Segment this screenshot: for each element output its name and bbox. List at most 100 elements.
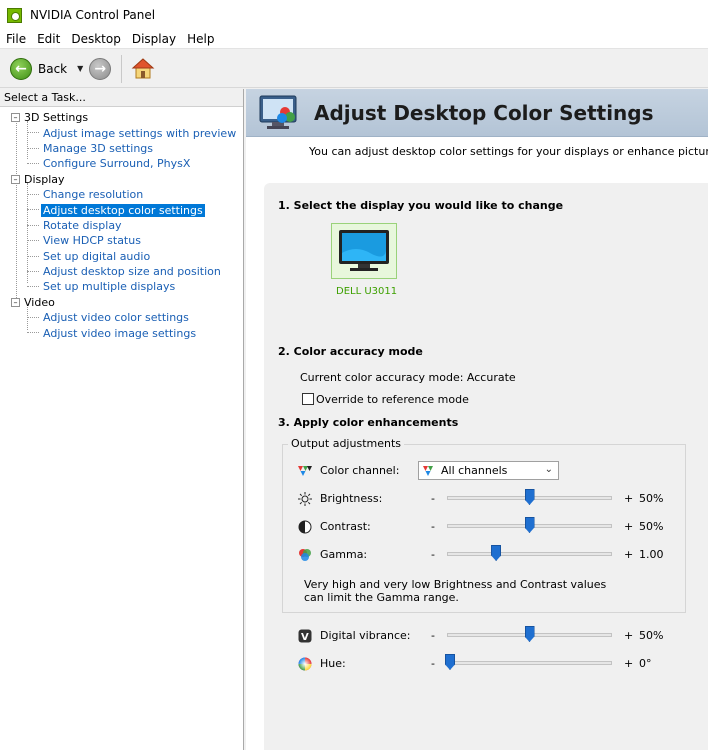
task-manage-3d-settings[interactable]: Manage 3D settings (0, 141, 243, 156)
collapse-icon[interactable]: – (11, 174, 20, 184)
task-label[interactable]: Manage 3D settings (41, 142, 155, 155)
task-adjust-video-image[interactable]: Adjust video image settings (0, 325, 243, 340)
title-bar: NVIDIA Control Panel (0, 0, 708, 30)
task-rotate-display[interactable]: Rotate display (0, 218, 243, 233)
collapse-icon[interactable]: – (11, 113, 20, 123)
back-button[interactable]: Back (38, 62, 67, 76)
task-label[interactable]: Set up digital audio (41, 250, 152, 263)
task-set-up-digital-audio[interactable]: Set up digital audio (0, 249, 243, 264)
task-label[interactable]: Change resolution (41, 188, 145, 201)
color-channel-select[interactable]: All channels ⌄ (418, 461, 559, 480)
task-label[interactable]: Adjust video color settings (41, 311, 191, 324)
task-label[interactable]: Set up multiple displays (41, 280, 177, 293)
task-pane-header: Select a Task... (0, 89, 243, 107)
all-channels-icon (423, 465, 433, 476)
page-header: Adjust Desktop Color Settings (246, 89, 708, 137)
color-channel-icon (298, 464, 312, 478)
current-mode-text: Current color accuracy mode: Accurate (300, 371, 516, 384)
task-label[interactable]: Adjust video image settings (41, 327, 198, 340)
content-pane: Adjust Desktop Color Settings You can ad… (246, 89, 708, 750)
task-label[interactable]: Configure Surround, PhysX (41, 157, 192, 170)
task-configure-surround[interactable]: Configure Surround, PhysX (0, 156, 243, 171)
section-color-accuracy: 2. Color accuracy mode (278, 345, 423, 358)
contrast-label: Contrast: (320, 520, 371, 533)
task-label[interactable]: Adjust image settings with preview (41, 127, 238, 140)
vibrance-value: 50% (639, 629, 664, 642)
page-description: You can adjust desktop color settings fo… (309, 145, 708, 158)
brightness-value: 50% (639, 492, 664, 505)
brightness-label: Brightness: (320, 492, 383, 505)
gamma-plus: + (624, 548, 634, 561)
menu-file[interactable]: File (0, 32, 31, 46)
nvidia-logo-icon (7, 7, 22, 23)
toolbar: ← Back ▼ → (0, 50, 708, 88)
hue-slider[interactable] (447, 661, 612, 665)
gamma-icon (298, 548, 312, 562)
gamma-minus: - (431, 548, 435, 561)
contrast-plus: + (624, 520, 634, 533)
chevron-down-icon: ⌄ (544, 464, 553, 475)
page-title: Adjust Desktop Color Settings (314, 100, 654, 125)
settings-panel: 1. Select the display you would like to … (264, 183, 708, 750)
back-dropdown-icon[interactable]: ▼ (77, 64, 83, 73)
task-set-up-multiple-displays[interactable]: Set up multiple displays (0, 279, 243, 294)
hue-plus: + (624, 657, 634, 670)
task-adjust-image-settings[interactable]: Adjust image settings with preview (0, 125, 243, 140)
menu-desktop[interactable]: Desktop (65, 32, 126, 46)
tree-group-label: Video (24, 295, 55, 309)
tree-group-display[interactable]: – Display (0, 172, 243, 187)
window-title: NVIDIA Control Panel (30, 8, 156, 22)
svg-text:V: V (301, 632, 309, 643)
task-adjust-desktop-size[interactable]: Adjust desktop size and position (0, 264, 243, 279)
menu-help[interactable]: Help (181, 32, 219, 46)
section-select-display: 1. Select the display you would like to … (278, 199, 564, 212)
tree-group-3d-settings[interactable]: – 3D Settings (0, 110, 243, 125)
gamma-label: Gamma: (320, 548, 368, 561)
menu-bar: File Edit Desktop Display Help (0, 30, 708, 49)
brightness-icon (298, 492, 312, 506)
display-name-label[interactable]: DELL U3011 (336, 286, 397, 297)
task-pane: Select a Task... – 3D Settings Adjust im… (0, 89, 244, 750)
override-checkbox[interactable] (302, 393, 314, 405)
hue-minus: - (431, 657, 435, 670)
color-channel-value: All channels (441, 464, 508, 477)
task-change-resolution[interactable]: Change resolution (0, 187, 243, 202)
task-label[interactable]: Adjust desktop size and position (41, 265, 223, 278)
gamma-range-note: Very high and very low Brightness and Co… (304, 578, 607, 604)
section-apply-enhancements: 3. Apply color enhancements (278, 416, 459, 429)
override-label[interactable]: Override to reference mode (316, 393, 469, 406)
brightness-minus: - (431, 492, 435, 505)
menu-edit[interactable]: Edit (31, 32, 65, 46)
task-label[interactable]: Adjust desktop color settings (41, 203, 205, 217)
task-tree: – 3D Settings Adjust image settings with… (0, 107, 243, 341)
contrast-minus: - (431, 520, 435, 533)
task-label[interactable]: Rotate display (41, 219, 124, 232)
back-arrow-icon[interactable]: ← (10, 57, 32, 80)
menu-display[interactable]: Display (126, 32, 181, 46)
gamma-slider[interactable] (447, 552, 612, 556)
tree-group-label: 3D Settings (24, 111, 89, 125)
tree-group-video[interactable]: – Video (0, 295, 243, 310)
monitor-color-icon (258, 94, 300, 132)
color-channel-label: Color channel: (320, 464, 400, 477)
vibrance-slider-thumb[interactable] (524, 626, 535, 642)
hue-icon (298, 657, 312, 671)
tree-group-label: Display (24, 172, 65, 186)
hue-value: 0° (639, 657, 652, 670)
task-view-hdcp-status[interactable]: View HDCP status (0, 233, 243, 248)
output-adjustments-caption: Output adjustments (288, 437, 404, 450)
monitor-icon (339, 230, 389, 271)
task-label[interactable]: View HDCP status (41, 234, 143, 247)
brightness-plus: + (624, 492, 634, 505)
toolbar-separator (121, 54, 123, 83)
forward-arrow-icon[interactable]: → (89, 57, 112, 80)
task-adjust-desktop-color[interactable]: Adjust desktop color settings (0, 202, 243, 217)
gamma-value: 1.00 (639, 548, 664, 561)
display-tile[interactable] (331, 223, 397, 279)
collapse-icon[interactable]: – (11, 297, 20, 307)
contrast-icon (298, 520, 312, 534)
task-adjust-video-color[interactable]: Adjust video color settings (0, 310, 243, 325)
vibrance-icon: V (298, 629, 312, 643)
home-icon[interactable] (131, 57, 155, 81)
hue-slider-thumb[interactable] (445, 654, 455, 670)
